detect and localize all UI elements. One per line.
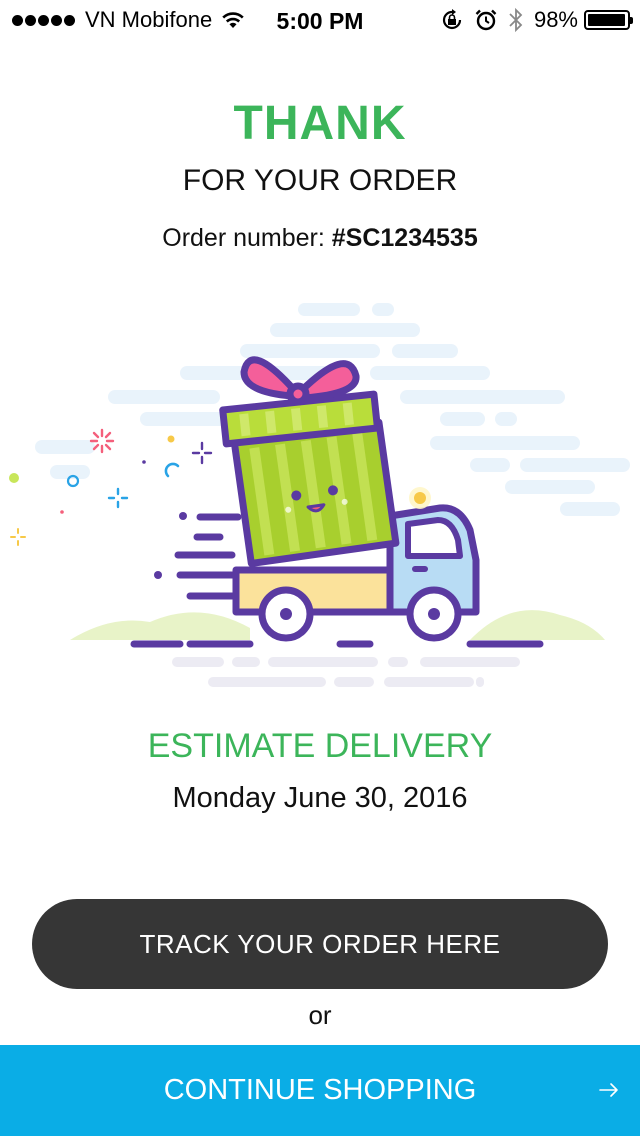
battery-icon: [584, 10, 633, 30]
status-right: 98%: [430, 7, 633, 33]
arrow-right-icon: [599, 1083, 618, 1097]
bluetooth-icon: [509, 7, 523, 33]
page-title: THANK: [233, 97, 407, 150]
rotation-lock-icon: [442, 9, 462, 30]
alarm-icon: [475, 9, 497, 31]
estimate-delivery-title: ESTIMATE DELIVERY: [147, 727, 493, 765]
order-number-line: Order number: #SC1234535: [0, 224, 640, 253]
continue-shopping-label: CONTINUE SHOPPING: [163, 1074, 477, 1106]
page-subtitle: FOR YOUR ORDER: [182, 164, 458, 197]
continue-shopping-button[interactable]: CONTINUE SHOPPING: [0, 1045, 640, 1136]
or-separator: or: [308, 1000, 332, 1030]
order-number-label: Order number:: [162, 224, 325, 252]
status-bar: VN Mobifone 5:00 PM 98%: [0, 0, 640, 40]
track-order-button[interactable]: TRACK YOUR ORDER HERE: [32, 899, 608, 989]
delivery-truck-gift-illustration: [9, 303, 630, 687]
battery-percent: 98%: [533, 7, 578, 32]
battery-level-fill: [588, 14, 626, 26]
order-number-value: #SC1234535: [331, 224, 478, 252]
estimate-delivery-date: Monday June 30, 2016: [172, 782, 468, 814]
